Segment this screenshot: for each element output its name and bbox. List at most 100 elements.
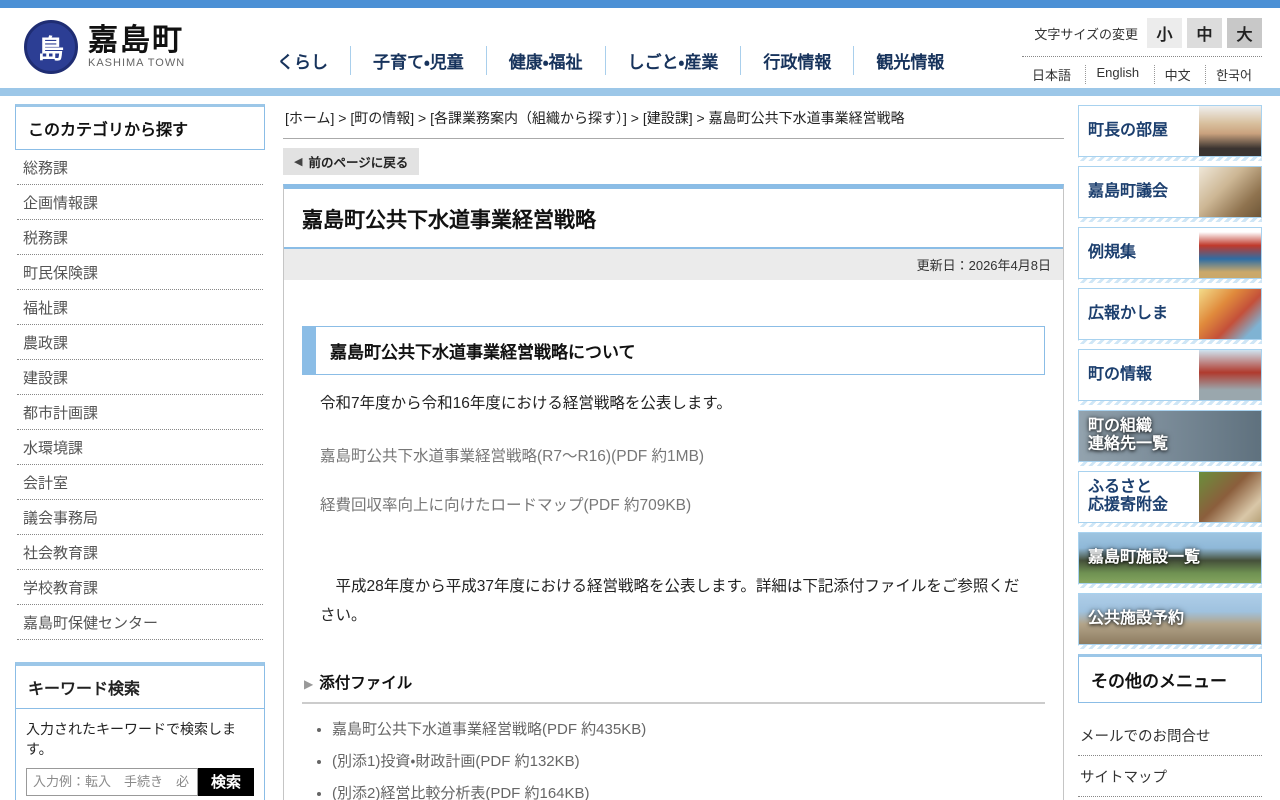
language-link-4[interactable]: 한국어 (1205, 65, 1262, 84)
banner-label: ふるさと 応援寄附金 (1088, 478, 1169, 514)
article-content: 嘉島町公共下水道事業経営戦略について 令和7年度から令和16年度における経営戦略… (284, 280, 1063, 800)
header-divider-bar (0, 88, 1280, 96)
banner-town-info[interactable]: 町の情報 (1078, 349, 1262, 405)
right-sidebar: 町長の部屋嘉島町議会例規集広報かしま町の情報町の組織 連絡先一覧 ふるさと 応援寄… (1078, 105, 1262, 797)
breadcrumb-link[interactable]: [各課業務案内（組織から探す）] (430, 110, 627, 126)
town-emblem-icon: 島 (24, 20, 78, 74)
breadcrumb-link[interactable]: [建設課] (643, 110, 693, 126)
page-title: 嘉島町公共下水道事業経営戦略 (284, 189, 1063, 249)
back-button-label: 前のページに戻る (308, 156, 409, 170)
site-logo[interactable]: 島 嘉島町 KASHIMA TOWN (24, 20, 185, 74)
category-item[interactable]: 会計室 (17, 465, 263, 500)
breadcrumb-link[interactable]: [ホーム] (285, 110, 334, 126)
pdf-link[interactable]: 経費回収率向上に向けたロードマップ(PDF 約709KB) (320, 493, 1027, 515)
banner-furusato-donation[interactable]: ふるさと 応援寄附金 (1078, 471, 1262, 527)
banner-mayor-room[interactable]: 町長の部屋 (1078, 105, 1262, 161)
category-item[interactable]: 農政課 (17, 325, 263, 360)
other-menu-list: メールでのお問合せ サイトマップ (1078, 715, 1262, 797)
page: 島 嘉島町 KASHIMA TOWN くらし 子育て・児童 健康・福祉 しごと・産業行… (0, 0, 1280, 800)
other-menu-title: その他のメニュー (1078, 654, 1262, 703)
left-sidebar: このカテゴリから探す 総務課 企画情報課 税務課 町民保険課 福祉課 農政課 建設課 都市計画… (15, 104, 265, 800)
banner-public-facility-reservation[interactable]: 公共施設予約 (1078, 593, 1262, 649)
category-item[interactable]: 税務課 (17, 220, 263, 255)
banner-label: 町の情報 (1088, 365, 1153, 383)
banner-town-facilities[interactable]: 嘉島町施設一覧 (1078, 532, 1262, 588)
banner-label: 町長の部屋 (1088, 121, 1169, 139)
category-item[interactable]: 学校教育課 (17, 570, 263, 605)
regulations-image (1199, 228, 1261, 278)
nav-item-3[interactable]: 健康・福祉 (485, 46, 605, 75)
language-link-3[interactable]: 中文 (1153, 65, 1201, 84)
nav-item-4[interactable]: しごと・産業 (604, 46, 741, 75)
attachment-link[interactable]: (別添1)投資・財政計画(PDF 約132KB) (332, 750, 1045, 771)
breadcrumb: [ホーム] > [町の情報] > [各課業務案内（組織から探す）] > [建設課… (283, 106, 1064, 139)
category-box-title: このカテゴリから探す (15, 104, 265, 150)
font-size-button-中[interactable]: 中 (1187, 18, 1222, 48)
category-item[interactable]: 嘉島町保健センター (17, 605, 263, 640)
search-input[interactable] (26, 767, 198, 796)
banner-regulations[interactable]: 例規集 (1078, 227, 1262, 283)
banner-town-organization-contacts[interactable]: 町の組織 連絡先一覧 (1078, 410, 1262, 466)
main-nav: くらし 子育て・児童 健康・福祉 しごと・産業 行政情報 観光情報 (255, 46, 966, 75)
banner-town-council[interactable]: 嘉島町議会 (1078, 166, 1262, 222)
category-item[interactable]: 建設課 (17, 360, 263, 395)
breadcrumb-separator: > (414, 110, 431, 126)
attachments-heading: ▶ 添付ファイル (302, 671, 1045, 704)
category-item[interactable]: 総務課 (17, 150, 263, 185)
nav-item-5[interactable]: 行政情報 (740, 46, 853, 75)
banner-label: 嘉島町議会 (1088, 182, 1169, 200)
search-button[interactable]: 検索 (198, 767, 254, 796)
keyword-search-description: 入力されたキーワードで検索します。 (26, 721, 236, 758)
keyword-search-box: キーワード検索 入力されたキーワードで検索します。 検索 (15, 662, 265, 800)
breadcrumb-separator: > (626, 110, 643, 126)
banner-list: 町長の部屋嘉島町議会例規集広報かしま町の情報町の組織 連絡先一覧 ふるさと 応援寄… (1078, 105, 1262, 649)
pdf-links: 嘉島町公共下水道事業経営戦略(R7～R16)(PDF 約1MB) 経費回収率向上に… (302, 444, 1045, 515)
attachment-link[interactable]: 嘉島町公共下水道事業経営戦略(PDF 約435KB) (332, 718, 1045, 739)
category-item[interactable]: 都市計画課 (17, 395, 263, 430)
category-item[interactable]: 水環境課 (17, 430, 263, 465)
font-size-button-大[interactable]: 大 (1227, 18, 1262, 48)
town-info-image (1199, 350, 1261, 400)
language-link-1[interactable]: 日本語 (1022, 65, 1081, 84)
banner-label: 町の組織 連絡先一覧 (1088, 417, 1169, 453)
mayor-room-image (1199, 106, 1261, 156)
intro-paragraph: 令和7年度から令和16年度における経営戦略を公表します。 (320, 395, 732, 412)
font-size-button-小[interactable]: 小 (1147, 18, 1182, 48)
language-link-2[interactable]: English (1085, 65, 1149, 84)
header: 島 嘉島町 KASHIMA TOWN くらし 子育て・児童 健康・福祉 しごと・産業行… (0, 8, 1280, 88)
nav-item-6[interactable]: 観光情報 (853, 46, 966, 75)
updated-date: 更新日：2026年4月8日 (284, 249, 1063, 280)
nav-item-1[interactable]: くらし (255, 46, 350, 75)
category-item[interactable]: 社会教育課 (17, 535, 263, 570)
breadcrumb-separator: > (334, 110, 351, 126)
section-heading: 嘉島町公共下水道事業経営戦略について (302, 326, 1045, 375)
attachments-section: ▶ 添付ファイル 嘉島町公共下水道事業経営戦略(PDF 約435KB) (別添1)投… (302, 671, 1045, 800)
other-menu-item[interactable]: メールでのお問合せ (1078, 715, 1262, 756)
category-item[interactable]: 町民保険課 (17, 255, 263, 290)
category-list: 総務課 企画情報課 税務課 町民保険課 福祉課 農政課 建設課 都市計画課 水環境課 会計室 議会事… (15, 150, 265, 640)
pdf-link[interactable]: 嘉島町公共下水道事業経営戦略(R7～R16)(PDF 約1MB) (320, 444, 1027, 466)
nav-item-2[interactable]: 子育て・児童 (350, 46, 486, 75)
back-button[interactable]: ◀ 前のページに戻る (283, 148, 420, 175)
banner-koho-kashima[interactable]: 広報かしま (1078, 288, 1262, 344)
category-item[interactable]: 議会事務局 (17, 500, 263, 535)
furusato-donation-image (1199, 472, 1261, 522)
attachments-heading-label: 添付ファイル (319, 674, 413, 692)
category-item[interactable]: 企画情報課 (17, 185, 263, 220)
koho-kashima-image (1199, 289, 1261, 339)
other-menu-item[interactable]: サイトマップ (1078, 756, 1262, 797)
breadcrumb-link[interactable]: [町の情報] (350, 110, 414, 126)
language-switcher: 日本語 English 中文 한국어 (1022, 56, 1262, 84)
category-item[interactable]: 福祉課 (17, 290, 263, 325)
keyword-search-title: キーワード検索 (16, 666, 264, 709)
font-size-buttons: 小中大 (1147, 18, 1262, 48)
site-title: 嘉島町 (88, 24, 184, 58)
main-column: [ホーム] > [町の情報] > [各課業務案内（組織から探す）] > [建設課… (283, 106, 1064, 800)
attachment-link[interactable]: (別添2)経営比較分析表(PDF 約164KB) (332, 782, 1045, 800)
font-size-switcher: 文字サイズの変更 小中大 (1022, 18, 1262, 56)
breadcrumb-separator: > (692, 110, 709, 126)
banner-label: 嘉島町施設一覧 (1088, 548, 1201, 566)
attachments-list: 嘉島町公共下水道事業経営戦略(PDF 約435KB) (別添1)投資・財政計画(P… (332, 718, 1045, 800)
banner-label: 例規集 (1088, 243, 1137, 261)
site-subtitle: KASHIMA TOWN (88, 56, 186, 69)
